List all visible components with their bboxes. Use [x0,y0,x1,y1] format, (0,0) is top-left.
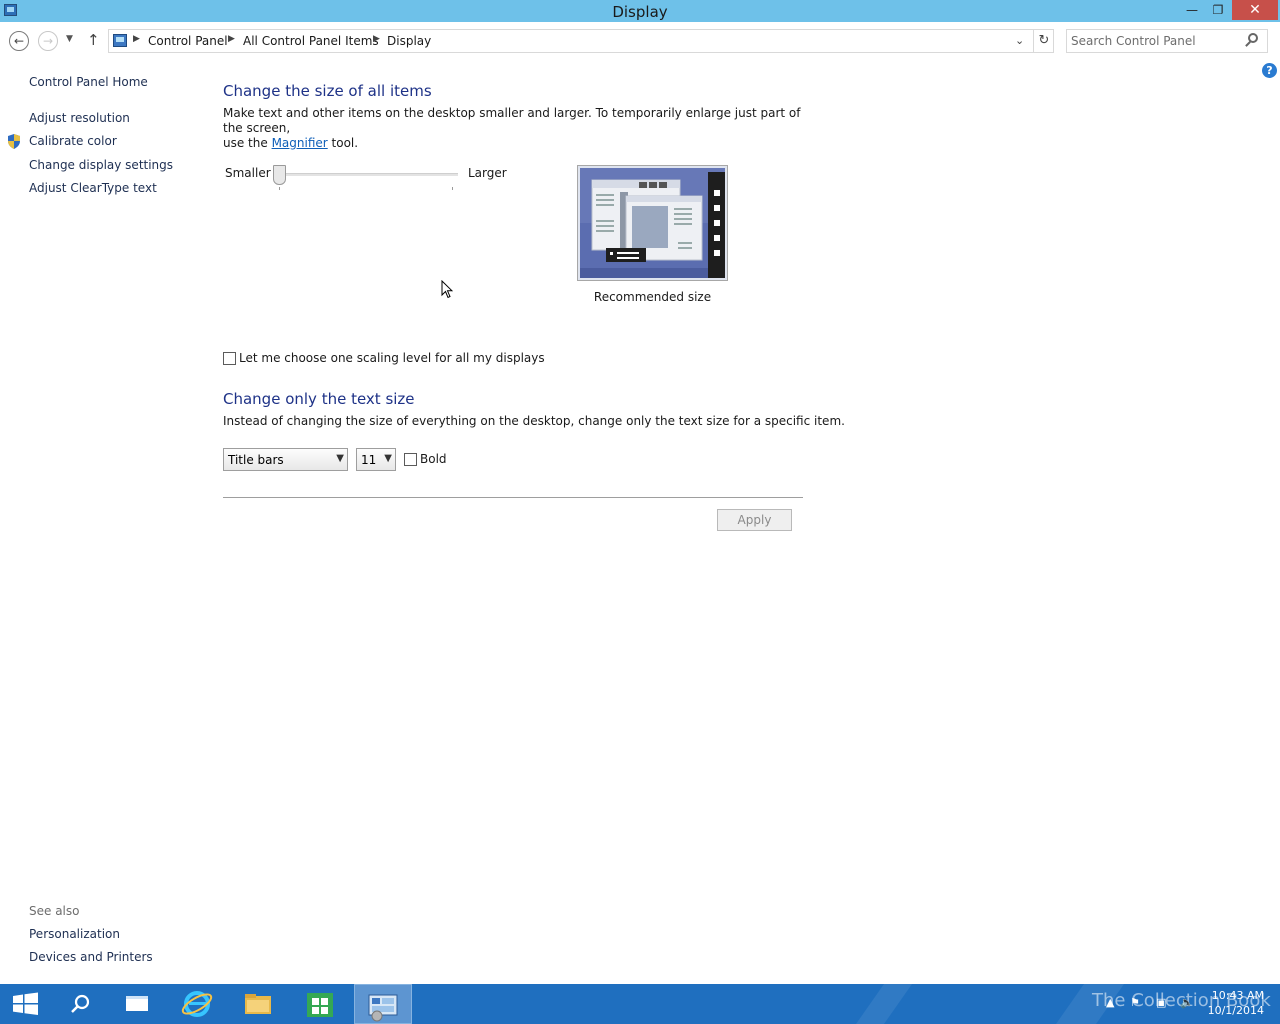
window-title: Display [612,3,668,21]
control-panel-taskbar-button[interactable] [354,984,412,1024]
apply-button[interactable]: Apply [717,509,792,531]
description-text: Make text and other items on the desktop… [223,106,801,135]
control-panel-icon [113,34,127,47]
item-select-value: Title bars [228,453,284,467]
slider-tick [452,187,453,190]
internet-explorer-icon [181,991,213,1017]
scale-preview-image [577,165,728,281]
chevron-right-icon[interactable]: ▶ [228,34,235,44]
chevron-down-icon: ▼ [384,453,392,464]
scaling-level-checkbox[interactable] [223,352,236,365]
adjust-cleartype-link[interactable]: Adjust ClearType text [29,181,157,195]
chevron-right-icon[interactable]: ▶ [373,34,380,44]
personalization-link[interactable]: Personalization [29,927,120,941]
address-bar[interactable]: ▶ Control Panel ▶ All Control Panel Item… [108,29,1054,53]
clock-time: 10:43 AM [1211,989,1264,1002]
restore-button[interactable]: ❐ [1205,0,1231,20]
breadcrumb-display[interactable]: Display [387,34,431,48]
adjust-resolution-link[interactable]: Adjust resolution [29,111,130,125]
task-view-button[interactable] [109,984,165,1024]
back-button[interactable]: ← [9,31,29,51]
volume-icon[interactable]: 🔈 [1180,996,1194,1009]
breadcrumb-all-items[interactable]: All Control Panel Items [243,34,379,48]
section-title-text-size: Change only the text size [223,390,415,408]
slider-max-label: Larger [468,166,507,180]
help-icon[interactable]: ? [1262,63,1277,78]
task-view-icon [126,996,148,1011]
section-description: Make text and other items on the desktop… [223,106,823,151]
scale-slider-thumb[interactable] [273,165,286,185]
search-taskbar-button[interactable] [52,984,108,1024]
search-icon[interactable] [1248,33,1258,43]
mouse-pointer-icon [441,280,453,299]
taskbar: The Collection Book ▲ ⚑ ▣ 🔈 10:43 AM 10/… [0,984,1280,1024]
search-box[interactable] [1066,29,1268,53]
search-icon [71,994,90,1013]
windows-logo-icon [13,992,38,1015]
scale-slider-track[interactable] [279,173,458,176]
display-window: Display — ❐ ✕ ← → ▼ ↑ ▶ Control Panel ▶ … [0,0,1280,984]
magnifier-link[interactable]: Magnifier [272,136,328,150]
action-center-flag-icon[interactable]: ⚑ [1130,996,1140,1009]
chevron-down-icon: ▼ [336,453,344,464]
preview-caption: Recommended size [593,290,712,304]
network-icon[interactable]: ▣ [1156,996,1166,1009]
file-explorer-button[interactable] [230,984,286,1024]
close-button[interactable]: ✕ [1232,0,1278,20]
up-icon[interactable]: ↑ [87,31,100,49]
section2-description: Instead of changing the size of everythi… [223,414,845,428]
item-select[interactable]: Title bars ▼ [223,448,348,471]
control-panel-icon [368,994,398,1022]
see-also-label: See also [29,904,80,918]
bold-label[interactable]: Bold [420,452,447,467]
system-clock[interactable]: 10:43 AM 10/1/2014 [1200,988,1264,1018]
show-hidden-icons[interactable]: ▲ [1106,996,1114,1009]
recent-locations-icon[interactable]: ▼ [66,34,73,44]
section-title-size-all: Change the size of all items [223,82,432,100]
navigation-bar: ← → ▼ ↑ ▶ Control Panel ▶ All Control Pa… [0,28,1280,54]
description-text: tool. [331,136,359,150]
folder-icon [245,994,271,1014]
devices-printers-link[interactable]: Devices and Printers [29,950,153,964]
font-size-select[interactable]: 11 ▼ [356,448,396,471]
refresh-icon[interactable]: ↻ [1033,30,1054,52]
preview-illustration [580,168,725,278]
bold-checkbox[interactable] [404,453,417,466]
internet-explorer-button[interactable] [168,984,224,1024]
store-button[interactable] [292,984,348,1024]
divider [223,497,803,498]
chevron-right-icon[interactable]: ▶ [133,34,140,44]
start-button[interactable] [0,984,56,1024]
slider-min-label: Smaller [225,166,271,180]
change-display-settings-link[interactable]: Change display settings [29,158,173,172]
store-icon [307,993,333,1017]
uac-shield-icon [8,134,20,149]
scaling-level-label[interactable]: Let me choose one scaling level for all … [239,351,545,366]
forward-button[interactable]: → [38,31,58,51]
chevron-down-icon[interactable]: ⌄ [1015,34,1024,47]
description-text: use the [223,136,268,150]
title-bar: Display — ❐ ✕ [0,0,1280,22]
calibrate-color-link[interactable]: Calibrate color [29,134,117,148]
breadcrumb-control-panel[interactable]: Control Panel [148,34,228,48]
slider-tick [279,187,280,190]
font-size-value: 11 [361,453,377,467]
minimize-button[interactable]: — [1179,0,1205,20]
search-input[interactable] [1071,33,1241,49]
control-panel-home-link[interactable]: Control Panel Home [29,75,148,89]
clock-date: 10/1/2014 [1207,1004,1264,1017]
